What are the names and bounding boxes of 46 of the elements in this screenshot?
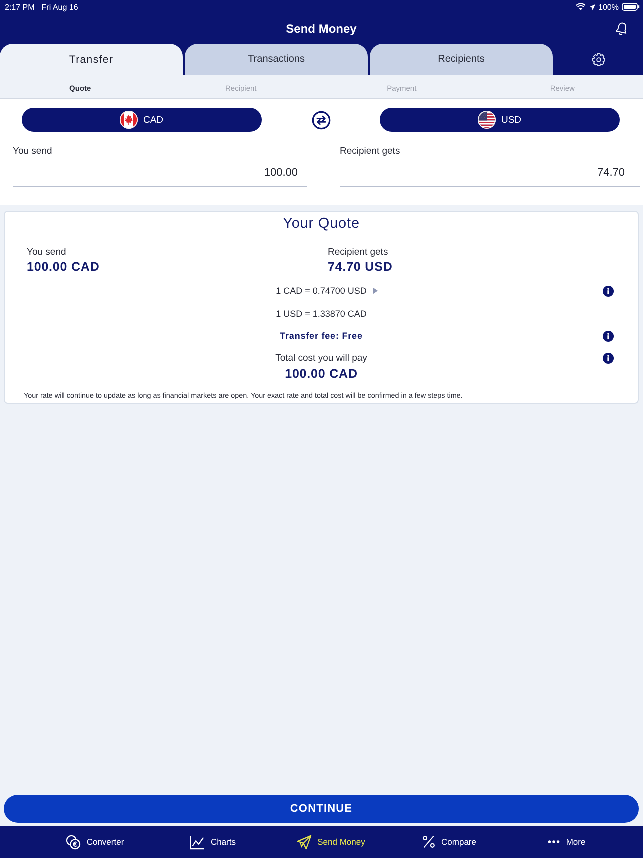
amount-value: 100.00 CAD	[27, 260, 100, 275]
nav-item[interactable]: Converter	[66, 834, 124, 850]
battery-icon	[622, 3, 640, 11]
amount-field[interactable]: 100.00	[13, 160, 307, 187]
screen-title: Send Money	[286, 22, 357, 36]
info-icon[interactable]	[603, 286, 614, 297]
usa-flag-icon	[478, 111, 496, 129]
tab[interactable]: Recipients	[370, 44, 553, 75]
canada-flag-icon	[120, 111, 138, 129]
status-time: 2:17 PM	[5, 2, 35, 12]
nav-item[interactable]: Send Money	[296, 834, 366, 850]
percent-icon	[422, 835, 436, 849]
amount-value: 74.70 USD	[328, 260, 393, 275]
swap-icon[interactable]	[312, 110, 330, 130]
location-arrow-icon	[588, 4, 596, 10]
nav-item[interactable]: More	[548, 837, 586, 847]
continue-button[interactable]: CONTINUE	[4, 795, 639, 823]
more-icon	[548, 840, 560, 844]
nav-item[interactable]: Compare	[422, 835, 476, 849]
field-label: Recipient gets	[340, 146, 400, 158]
total-label: Total cost you will pay	[276, 352, 368, 366]
disclosure-triangle-icon[interactable]	[372, 287, 378, 296]
line-chart-icon	[190, 834, 205, 850]
settings-icon[interactable]	[592, 52, 606, 66]
rate-text: 1 CAD = 0.74700 USD	[276, 286, 367, 296]
wifi-icon	[576, 3, 586, 11]
status-date: Fri Aug 16	[42, 2, 78, 12]
amount-field[interactable]: 74.70	[340, 160, 640, 187]
fee-text: Transfer fee: Free	[280, 331, 363, 342]
field-label: You send	[13, 146, 52, 158]
tab[interactable]: Transactions	[185, 44, 368, 75]
info-icon[interactable]	[603, 330, 614, 342]
paper-plane-icon	[296, 834, 312, 850]
bell-icon[interactable]	[616, 22, 628, 36]
amount-label: You send	[27, 247, 66, 259]
info-icon[interactable]	[603, 353, 614, 364]
currency-button[interactable]: USD	[380, 108, 620, 132]
rate-text: 1 USD = 1.33870 CAD	[276, 308, 367, 319]
currency-button[interactable]: CAD	[22, 108, 262, 132]
coins-icon	[66, 834, 81, 850]
total-amount: 100.00 CAD	[285, 366, 358, 382]
card-title: Your Quote	[282, 215, 361, 233]
nav-item[interactable]: Charts	[190, 834, 236, 850]
amount-label: Recipient gets	[328, 247, 388, 259]
tab[interactable]: Transfer	[0, 44, 183, 75]
battery-percent: 100%	[598, 2, 619, 12]
